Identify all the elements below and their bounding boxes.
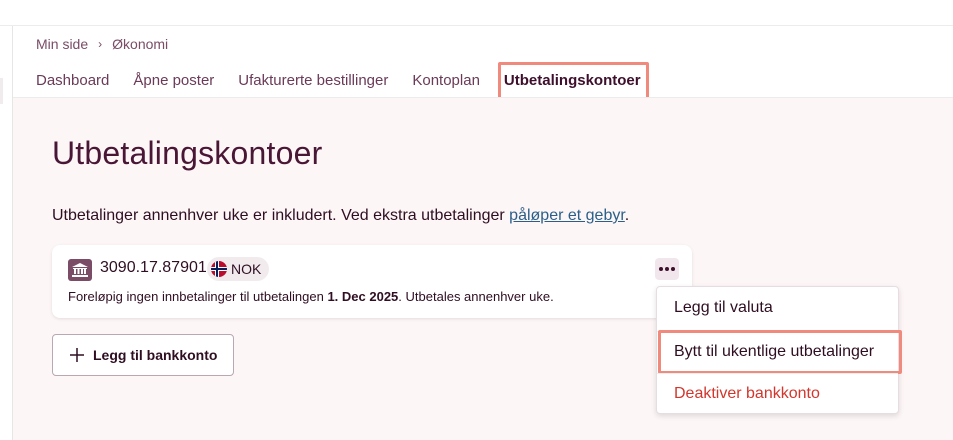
info-text: Utbetalinger annenhver uke er inkludert.…	[52, 207, 629, 225]
page-title: Utbetalingskontoer	[52, 135, 323, 171]
breadcrumb-current: Økonomi	[112, 36, 169, 52]
breadcrumb: Min side › Økonomi	[36, 36, 168, 52]
menu-item-deactivate-account[interactable]: Deaktiver bankkonto	[657, 373, 898, 413]
tab-utbetalingskontoer[interactable]: Utbetalingskontoer	[497, 62, 649, 104]
tab-kontoplan[interactable]: Kontoplan	[412, 72, 480, 90]
account-options-menu: Legg til valuta Bytt til ukentlige utbet…	[656, 286, 902, 414]
tab-dashboard[interactable]: Dashboard	[36, 72, 109, 90]
account-description: Foreløpig ingen innbetalinger til utbeta…	[68, 289, 554, 304]
plus-icon	[70, 348, 84, 362]
tab-apne-poster[interactable]: Åpne poster	[133, 72, 214, 90]
account-number: 3090.17.87901	[100, 259, 207, 276]
account-description-pre: Foreløpig ingen innbetalinger til utbeta…	[68, 289, 328, 304]
breadcrumb-home[interactable]: Min side	[36, 36, 88, 52]
sidebar-toggle-handle[interactable]	[0, 78, 3, 104]
top-bar	[0, 0, 953, 26]
tab-ufakturerte-bestillinger[interactable]: Ufakturerte bestillinger	[238, 72, 388, 90]
menu-item-switch-weekly[interactable]: Bytt til ukentlige utbetalinger	[657, 330, 902, 374]
info-text-end: .	[624, 207, 630, 224]
bank-icon	[68, 259, 92, 281]
info-text-body: Utbetalinger annenhver uke er inkludert.…	[52, 207, 510, 224]
currency-badge: NOK	[207, 257, 270, 281]
fee-link[interactable]: påløper et gebyr	[509, 207, 625, 224]
currency-code: NOK	[231, 261, 262, 277]
add-bank-account-label: Legg til bankkonto	[93, 347, 218, 363]
more-options-icon[interactable]	[655, 258, 679, 280]
account-description-post: . Utbetales annenhver uke.	[398, 289, 554, 304]
add-bank-account-button[interactable]: Legg til bankkonto	[52, 334, 234, 376]
chevron-right-icon: ›	[98, 37, 103, 51]
bank-account-card: 3090.17.87901 NOK Foreløpig ingen innbet…	[52, 245, 692, 318]
payout-date: 1. Dec 2025	[327, 289, 399, 304]
tab-bar: Dashboard Åpne poster Ufakturerte bestil…	[36, 62, 649, 104]
norway-flag-icon	[211, 261, 227, 277]
menu-item-add-currency[interactable]: Legg til valuta	[657, 288, 898, 328]
